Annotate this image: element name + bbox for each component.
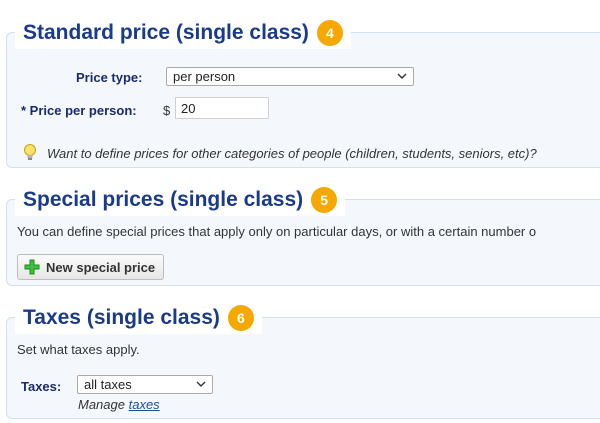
plus-icon <box>24 259 40 275</box>
price-type-value: per person <box>173 69 236 84</box>
lightbulb-icon <box>24 144 36 160</box>
price-type-label: Price type: <box>76 70 143 85</box>
step-badge: 5 <box>311 187 338 213</box>
special-prices-section: Special prices (single class) 5 You can … <box>6 184 600 286</box>
new-special-price-button[interactable]: New special price <box>17 254 165 280</box>
section-title: Special prices (single class) <box>23 188 304 211</box>
taxes-select[interactable]: all taxes <box>77 375 213 394</box>
taxes-value: all taxes <box>84 377 132 392</box>
currency-symbol: $ <box>163 103 171 118</box>
other-categories-hint: Want to define prices for other categori… <box>47 146 537 161</box>
taxes-description: Set what taxes apply. <box>17 342 140 357</box>
standard-price-section: Standard price (single class) 4 Price ty… <box>6 17 600 168</box>
step-badge: 4 <box>316 20 343 46</box>
price-per-person-label: * Price per person: <box>21 103 137 118</box>
taxes-section: Taxes (single class) 6 Set what taxes ap… <box>6 302 600 419</box>
chevron-down-icon <box>397 73 407 79</box>
taxes-legend: Taxes (single class) 6 <box>15 302 262 334</box>
special-prices-legend: Special prices (single class) 5 <box>15 184 346 216</box>
manage-taxes-text: Manage taxes <box>78 397 160 412</box>
price-per-person-input[interactable] <box>175 97 269 119</box>
taxes-label: Taxes: <box>21 379 62 394</box>
manage-prefix: Manage <box>78 397 125 412</box>
new-special-price-label: New special price <box>46 259 156 275</box>
price-type-select[interactable]: per person <box>166 67 414 86</box>
standard-price-legend: Standard price (single class) 4 <box>15 17 351 49</box>
special-prices-description: You can define special prices that apply… <box>17 224 537 239</box>
chevron-down-icon <box>196 381 206 387</box>
manage-taxes-link[interactable]: taxes <box>129 397 160 412</box>
step-badge: 6 <box>227 305 254 331</box>
section-title: Standard price (single class) <box>23 21 309 44</box>
section-title: Taxes (single class) <box>23 306 220 329</box>
